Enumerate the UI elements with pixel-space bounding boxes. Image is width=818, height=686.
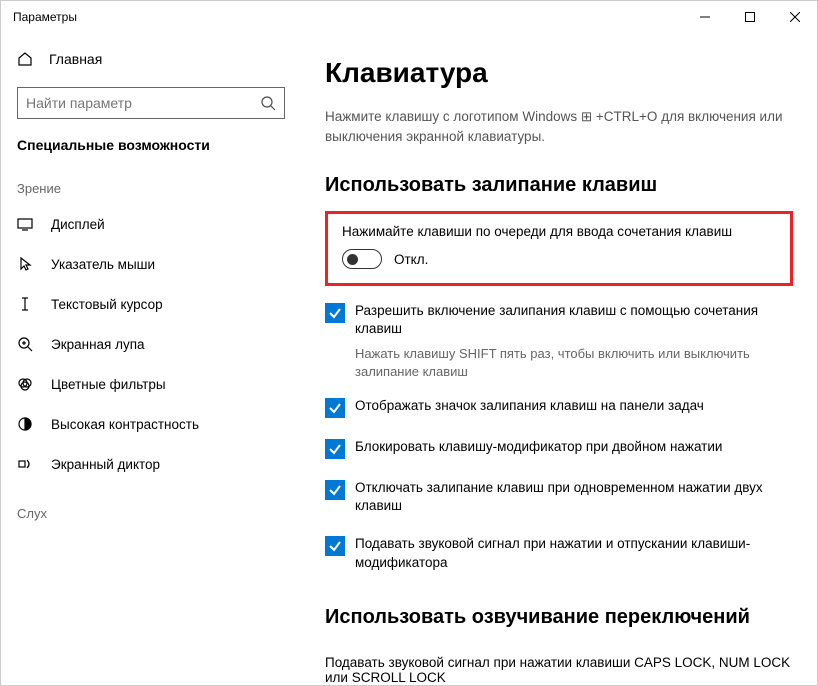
sidebar: Главная Специальные возможности Зрение Д… bbox=[1, 33, 301, 685]
narrator-icon bbox=[17, 456, 33, 472]
check-lock-modifier[interactable]: Блокировать клавишу-модификатор при двой… bbox=[325, 438, 793, 459]
contrast-icon bbox=[17, 416, 33, 432]
check-taskbar-icon[interactable]: Отображать значок залипания клавиш на па… bbox=[325, 397, 793, 418]
maximize-button[interactable] bbox=[727, 1, 772, 33]
section-sticky-heading: Использовать залипание клавиш bbox=[325, 174, 793, 197]
check-sound[interactable]: Подавать звуковой сигнал при нажатии и о… bbox=[325, 535, 793, 571]
group-vision: Зрение bbox=[1, 159, 301, 204]
checkbox-icon[interactable] bbox=[325, 398, 345, 418]
sticky-toggle[interactable]: Откл. bbox=[342, 249, 776, 269]
highlight-box: Нажимайте клавиши по очереди для ввода с… bbox=[325, 211, 793, 286]
toggle-track[interactable] bbox=[342, 249, 382, 269]
color-filter-icon bbox=[17, 376, 33, 392]
check-allow-shortcut[interactable]: Разрешить включение залипания клавиш с п… bbox=[325, 302, 793, 338]
search-icon bbox=[260, 95, 276, 111]
checkbox-icon[interactable] bbox=[325, 439, 345, 459]
nav-magnifier[interactable]: Экранная лупа bbox=[1, 324, 301, 364]
nav-display[interactable]: Дисплей bbox=[1, 204, 301, 244]
toggle-knob bbox=[347, 254, 358, 265]
nav-narrator[interactable]: Экранный диктор bbox=[1, 444, 301, 484]
nav-pointer[interactable]: Указатель мыши bbox=[1, 244, 301, 284]
toggle-state: Откл. bbox=[394, 252, 428, 267]
close-button[interactable] bbox=[772, 1, 817, 33]
content-pane: Клавиатура Нажмите клавишу с логотипом W… bbox=[301, 33, 817, 685]
nav-colorfilters[interactable]: Цветные фильтры bbox=[1, 364, 301, 404]
home-icon bbox=[17, 51, 33, 67]
display-icon bbox=[17, 216, 33, 232]
home-nav[interactable]: Главная bbox=[1, 41, 301, 77]
nav-textcursor[interactable]: Текстовый курсор bbox=[1, 284, 301, 324]
home-label: Главная bbox=[49, 51, 102, 67]
check-allow-shortcut-sub: Нажать клавишу SHIFT пять раз, чтобы вкл… bbox=[355, 345, 793, 381]
sticky-toggle-label: Нажимайте клавиши по очереди для ввода с… bbox=[342, 224, 776, 239]
pointer-icon bbox=[17, 256, 33, 272]
group-hearing: Слух bbox=[1, 484, 301, 529]
titlebar: Параметры bbox=[1, 1, 817, 33]
page-description: Нажмите клавишу с логотипом Windows ⊞ +C… bbox=[325, 107, 793, 146]
checkbox-icon[interactable] bbox=[325, 536, 345, 556]
window-title: Параметры bbox=[13, 10, 682, 24]
page-heading: Клавиатура bbox=[325, 57, 793, 89]
check-turn-off[interactable]: Отключать залипание клавиш при одновреме… bbox=[325, 479, 793, 515]
nav-highcontrast[interactable]: Высокая контрастность bbox=[1, 404, 301, 444]
magnifier-icon bbox=[17, 336, 33, 352]
text-cursor-icon bbox=[17, 296, 33, 312]
search-input[interactable] bbox=[26, 95, 260, 111]
toggle-sounds-desc: Подавать звуковой сигнал при нажатии кла… bbox=[325, 655, 793, 685]
search-box[interactable] bbox=[17, 87, 285, 119]
minimize-button[interactable] bbox=[682, 1, 727, 33]
checkbox-icon[interactable] bbox=[325, 303, 345, 323]
checkbox-icon[interactable] bbox=[325, 480, 345, 500]
section-toggle-sounds-heading: Использовать озвучивание переключений bbox=[325, 606, 793, 629]
section-title: Специальные возможности bbox=[1, 137, 301, 159]
